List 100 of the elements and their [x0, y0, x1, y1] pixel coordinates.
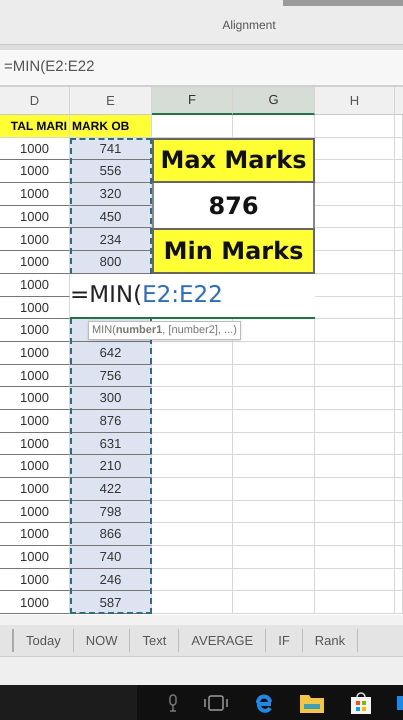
microphone-icon[interactable]: [167, 694, 179, 712]
empty-cell[interactable]: [315, 523, 395, 546]
store-icon[interactable]: [349, 690, 373, 714]
table-cell: 642: [70, 342, 152, 365]
empty-cell[interactable]: [233, 410, 315, 433]
sheet-tab[interactable]: Text: [130, 629, 180, 652]
empty-cell[interactable]: [315, 500, 395, 524]
table-cell: 1000: [0, 478, 70, 501]
empty-cell[interactable]: [395, 319, 403, 342]
table-cell: 740: [70, 546, 152, 569]
empty-cell[interactable]: [395, 160, 403, 184]
empty-cell[interactable]: [315, 364, 395, 388]
empty-cell[interactable]: [315, 387, 395, 410]
function-tooltip: MIN(number1, [number2], ...): [88, 321, 241, 340]
table-cell: 1000: [0, 500, 70, 524]
empty-cell[interactable]: [395, 523, 403, 546]
empty-cell[interactable]: [233, 591, 315, 614]
empty-cell[interactable]: [395, 364, 403, 388]
column-header[interactable]: G: [233, 87, 315, 115]
empty-cell[interactable]: [233, 455, 315, 478]
empty-cell[interactable]: [233, 500, 315, 524]
empty-cell[interactable]: [233, 364, 315, 388]
table-cell: 556: [70, 160, 152, 184]
empty-cell[interactable]: [233, 432, 315, 456]
table-cell: 1000: [0, 410, 70, 433]
empty-cell[interactable]: [395, 500, 403, 524]
table-cell: 631: [70, 432, 152, 456]
empty-cell[interactable]: [395, 342, 403, 365]
table-cell: 1000: [0, 206, 70, 228]
empty-cell[interactable]: [315, 432, 395, 456]
sheet-tab[interactable]: AVERAGE: [179, 629, 266, 652]
empty-cell[interactable]: [395, 478, 403, 501]
table-cell: 1000: [0, 183, 70, 206]
ribbon-group-label: Alignment: [222, 17, 276, 34]
empty-cell[interactable]: [395, 228, 403, 252]
empty-cell[interactable]: [395, 138, 403, 160]
summary-label: Max Marks: [152, 138, 315, 184]
empty-cell[interactable]: [395, 206, 403, 228]
summary-value: 876: [152, 183, 315, 228]
empty-cell[interactable]: [315, 591, 395, 614]
empty-cell[interactable]: [233, 568, 315, 592]
empty-cell[interactable]: [315, 478, 395, 501]
table-cell: TAL MARI: [0, 115, 70, 138]
empty-cell[interactable]: [233, 342, 315, 365]
empty-cell[interactable]: [395, 591, 403, 614]
table-cell: 1000: [0, 591, 70, 614]
table-cell: 1000: [0, 546, 70, 569]
table-cell: 1000: [0, 160, 70, 184]
table-cell: 756: [70, 364, 152, 388]
empty-cell[interactable]: [395, 546, 403, 569]
table-cell: 876: [70, 410, 152, 433]
empty-cell[interactable]: [395, 387, 403, 410]
table-cell: 320: [70, 183, 152, 206]
empty-cell[interactable]: [315, 410, 395, 433]
empty-cell[interactable]: [315, 342, 395, 365]
table-cell: 800: [70, 251, 152, 274]
table-cell: 1000: [0, 138, 70, 160]
task-view-icon[interactable]: [203, 694, 229, 712]
sheet-tab[interactable]: Rank: [302, 629, 358, 652]
empty-cell[interactable]: [395, 251, 403, 274]
table-cell: 1000: [0, 251, 70, 274]
empty-cell[interactable]: [315, 546, 395, 569]
table-cell: 1000: [0, 228, 70, 252]
table-cell: 1000: [0, 568, 70, 592]
summary-label: Min Marks: [152, 228, 315, 274]
sheet-tab[interactable]: IF: [266, 629, 303, 652]
table-cell: 1000: [0, 342, 70, 365]
empty-cell[interactable]: [395, 183, 403, 206]
table-cell: 450: [70, 206, 152, 228]
formula-bar[interactable]: =MIN(E2:E22: [0, 50, 403, 85]
empty-cell[interactable]: [315, 319, 395, 342]
empty-cell[interactable]: [233, 546, 315, 569]
table-cell: 1000: [0, 319, 70, 342]
table-cell: MARK OB: [70, 115, 152, 138]
table-cell: 1000: [0, 387, 70, 410]
empty-cell[interactable]: [233, 478, 315, 501]
empty-cell[interactable]: [395, 432, 403, 456]
table-cell: 1000: [0, 432, 70, 456]
empty-cell[interactable]: [315, 455, 395, 478]
table-cell: 210: [70, 455, 152, 478]
table-cell: 234: [70, 228, 152, 252]
empty-cell[interactable]: [315, 568, 395, 592]
empty-cell[interactable]: [395, 115, 403, 138]
sheet-tab[interactable]: Today: [14, 629, 74, 652]
browser-icon[interactable]: [253, 692, 275, 714]
empty-cell[interactable]: [315, 115, 395, 138]
empty-cell[interactable]: [395, 410, 403, 433]
table-cell: 422: [70, 478, 152, 501]
empty-cell[interactable]: [395, 568, 403, 592]
table-cell: 300: [70, 387, 152, 410]
column-header[interactable]: F: [152, 87, 233, 115]
empty-cell[interactable]: [233, 387, 315, 410]
table-cell: 866: [70, 523, 152, 546]
empty-cell[interactable]: [233, 523, 315, 546]
table-cell: 587: [70, 591, 152, 614]
empty-cell[interactable]: [395, 274, 403, 296]
sheet-tab[interactable]: NOW: [74, 629, 130, 652]
empty-cell[interactable]: [395, 455, 403, 478]
empty-cell[interactable]: [395, 296, 403, 320]
table-cell: 246: [70, 568, 152, 592]
